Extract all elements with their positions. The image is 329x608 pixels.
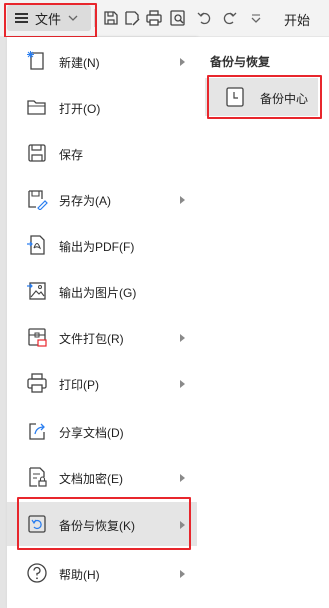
file-menu-button[interactable]: 文件 — [7, 5, 91, 31]
print-icon[interactable] — [145, 9, 163, 27]
submenu-arrow-icon — [180, 521, 185, 529]
menu-item-label: 打印(P) — [59, 378, 99, 392]
toolbar: 文件 开始 — [0, 0, 329, 37]
file-menu: 新建(N) 打开(O) 保存 另存为(A) 输出为PDF(F) 输出为图片(G) — [7, 37, 197, 608]
save-as-icon[interactable] — [123, 9, 141, 27]
print-icon — [26, 372, 48, 394]
submenu-arrow-icon — [180, 58, 185, 66]
help-icon — [26, 562, 48, 584]
document-edge — [0, 37, 7, 608]
menu-item-new[interactable]: 新建(N) — [7, 39, 197, 83]
backup-center-item[interactable]: 备份中心 — [205, 78, 318, 116]
save-icon — [26, 142, 48, 164]
redo-icon[interactable] — [220, 9, 238, 27]
menu-item-export-pdf[interactable]: 输出为PDF(F) — [7, 223, 197, 267]
menu-item-encrypt[interactable]: 文档加密(E) — [7, 455, 197, 499]
submenu-arrow-icon — [180, 474, 185, 482]
menu-item-package[interactable]: 文件打包(R) — [7, 315, 197, 359]
backup-restore-icon — [26, 513, 48, 535]
chevron-down-icon — [68, 15, 78, 21]
image-export-icon — [26, 280, 48, 302]
new-document-icon — [26, 50, 48, 72]
submenu-title: 备份与恢复 — [210, 55, 271, 69]
hamburger-icon — [15, 12, 29, 24]
menu-item-export-image[interactable]: 输出为图片(G) — [7, 269, 197, 313]
backup-center-icon — [225, 86, 245, 108]
pdf-export-icon — [26, 234, 48, 256]
menu-item-label: 文件打包(R) — [59, 332, 124, 346]
menu-item-label: 打开(O) — [59, 102, 101, 116]
menu-item-share[interactable]: 分享文档(D) — [7, 409, 197, 453]
save-icon[interactable] — [102, 9, 120, 27]
menu-item-backup-restore[interactable]: 备份与恢复(K) — [7, 502, 197, 546]
backup-center-label: 备份中心 — [260, 92, 309, 106]
menu-item-label: 文档加密(E) — [59, 472, 123, 486]
undo-icon[interactable] — [196, 9, 214, 27]
menu-item-label: 另存为(A) — [59, 194, 111, 208]
backup-restore-submenu: 备份与恢复 备份中心 — [197, 37, 329, 608]
menu-item-print[interactable]: 打印(P) — [7, 361, 197, 405]
menu-item-label: 输出为PDF(F) — [59, 240, 135, 254]
menu-item-label: 输出为图片(G) — [59, 286, 137, 300]
menu-item-save-as[interactable]: 另存为(A) — [7, 177, 197, 221]
folder-open-icon — [26, 96, 48, 118]
encrypt-icon — [26, 466, 48, 488]
menu-item-help[interactable]: 帮助(H) — [7, 551, 197, 595]
share-icon — [26, 420, 48, 442]
menu-item-label: 备份与恢复(K) — [59, 519, 135, 533]
submenu-arrow-icon — [180, 334, 185, 342]
toolbar-divider — [94, 9, 95, 27]
menu-item-label: 新建(N) — [59, 56, 100, 70]
submenu-arrow-icon — [180, 380, 185, 388]
dropdown-icon[interactable] — [247, 9, 265, 27]
submenu-arrow-icon — [180, 570, 185, 578]
print-preview-icon[interactable] — [169, 9, 187, 27]
tab-start[interactable]: 开始 — [284, 10, 310, 29]
package-icon — [26, 326, 48, 348]
menu-item-open[interactable]: 打开(O) — [7, 85, 197, 129]
menu-item-save[interactable]: 保存 — [7, 131, 197, 175]
save-as-icon — [26, 188, 48, 210]
menu-item-label: 分享文档(D) — [59, 426, 124, 440]
menu-item-label: 保存 — [59, 148, 84, 162]
menu-item-label: 帮助(H) — [59, 568, 100, 582]
file-menu-label: 文件 — [35, 11, 62, 27]
submenu-arrow-icon — [180, 196, 185, 204]
